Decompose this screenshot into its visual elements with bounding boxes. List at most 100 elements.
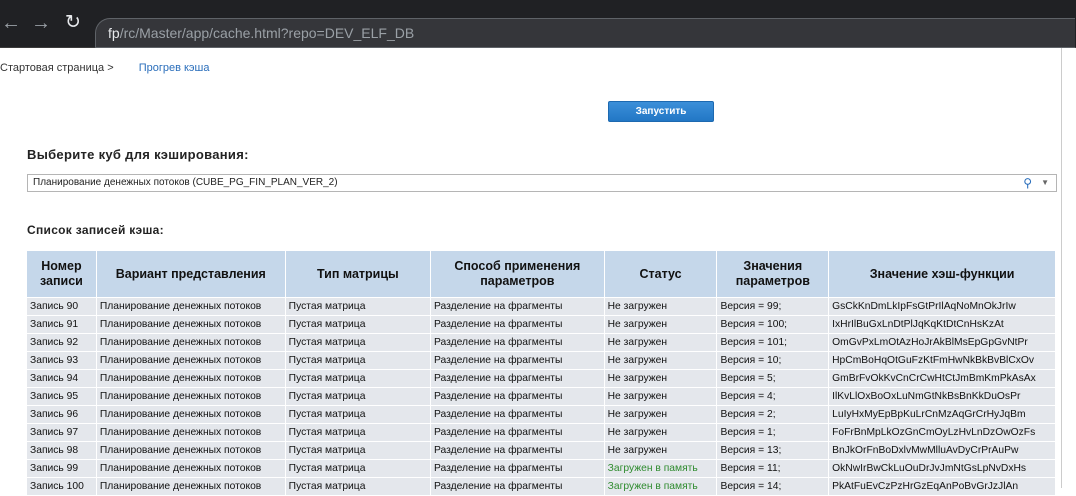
col-matrix-type-cell: Пустая матрица (285, 316, 431, 333)
col-param-values-cell: Версия = 101; (717, 334, 829, 351)
col-record-number-cell: Запись 98 (27, 442, 96, 459)
cache-table: Номер записи Вариант представления Тип мат… (26, 250, 1056, 496)
url-path: /rc/Master/app/cache.html?repo=DEV_ELF_D… (119, 25, 415, 41)
table-row[interactable]: Запись 92 Планирование денежных потоков Пу… (27, 334, 1055, 351)
col-param-values-cell: Версия = 5; (717, 370, 829, 387)
col-matrix-type-cell: Пустая матрица (285, 298, 431, 315)
col-matrix-type-cell: Пустая матрица (285, 370, 431, 387)
col-matrix-type-cell: Пустая матрица (285, 388, 431, 405)
col-param-values-cell: Версия = 10; (717, 352, 829, 369)
col-status-cell: Не загружен (604, 352, 717, 369)
col-param-method-header[interactable]: Способ применения параметров (431, 251, 604, 297)
col-view-variant-cell: Планирование денежных потоков (96, 298, 285, 315)
search-icon[interactable]: ⚲ (1023, 175, 1032, 191)
forward-arrow-icon[interactable]: → (30, 12, 52, 34)
browser-toolbar: ← → ↻ fp/rc/Master/app/cache.html?repo=D… (0, 0, 1076, 48)
col-matrix-type-cell: Пустая матрица (285, 442, 431, 459)
col-param-method-cell: Разделение на фрагменты (431, 406, 604, 423)
table-header-row: Номер записи Вариант представления Тип мат… (27, 251, 1055, 297)
col-hash-value-cell: OkNwIrBwCkLuOuDrJvJmNtGsLpNvDxHs (829, 460, 1055, 477)
col-matrix-type-cell: Пустая матрица (285, 352, 431, 369)
col-status-cell: Загружен в память (604, 478, 717, 495)
cube-select[interactable]: Планирование денежных потоков (CUBE_PG_F… (27, 174, 1057, 192)
col-record-number-cell: Запись 99 (27, 460, 96, 477)
table-row[interactable]: Запись 100 Планирование денежных потоков П… (27, 478, 1055, 495)
breadcrumb-current[interactable]: Прогрев кэша (139, 62, 210, 74)
col-matrix-type-cell: Пустая матрица (285, 424, 431, 441)
col-param-values-header[interactable]: Значения параметров (717, 251, 829, 297)
col-status-cell: Не загружен (604, 298, 717, 315)
col-param-method-cell: Разделение на фрагменты (431, 478, 604, 495)
col-view-variant-cell: Планирование денежных потоков (96, 334, 285, 351)
col-record-number-cell: Запись 91 (27, 316, 96, 333)
col-record-number-cell: Запись 93 (27, 352, 96, 369)
col-status-cell: Не загружен (604, 370, 717, 387)
cube-select-value: Планирование денежных потоков (CUBE_PG_F… (33, 177, 338, 188)
col-view-variant-header[interactable]: Вариант представления (96, 251, 285, 297)
table-row[interactable]: Запись 93 Планирование денежных потоков Пу… (27, 352, 1055, 369)
col-view-variant-cell: Планирование денежных потоков (96, 424, 285, 441)
col-view-variant-cell: Планирование денежных потоков (96, 388, 285, 405)
col-param-values-cell: Версия = 1; (717, 424, 829, 441)
col-record-number-cell: Запись 92 (27, 334, 96, 351)
col-param-values-cell: Версия = 13; (717, 442, 829, 459)
col-record-number-cell: Запись 94 (27, 370, 96, 387)
col-param-method-cell: Разделение на фрагменты (431, 424, 604, 441)
col-hash-value-cell: IlKvLlOxBoOxLuNmGtNkBsBnKkDuOsPr (829, 388, 1055, 405)
col-status-cell: Не загружен (604, 388, 717, 405)
col-status-cell: Не загружен (604, 334, 717, 351)
col-record-number-header[interactable]: Номер записи (27, 251, 96, 297)
col-record-number-cell: Запись 100 (27, 478, 96, 495)
col-hash-value-cell: PkAtFuEvCzPzHrGzEqAnPoBvGrJzJlAn (829, 478, 1055, 495)
col-matrix-type-cell: Пустая матрица (285, 460, 431, 477)
breadcrumb-home[interactable]: Стартовая страница > (0, 62, 114, 74)
table-row[interactable]: Запись 90 Планирование денежных потоков Пу… (27, 298, 1055, 315)
col-matrix-type-cell: Пустая матрица (285, 478, 431, 495)
cube-section-title: Выберите куб для кэширования: (27, 147, 249, 162)
col-hash-value-cell: IxHrIlBuGxLnDtPlJqKqKtDtCnHsKzAt (829, 316, 1055, 333)
run-button[interactable]: Запустить (608, 101, 714, 122)
col-param-method-cell: Разделение на фрагменты (431, 388, 604, 405)
table-row[interactable]: Запись 98 Планирование денежных потоков Пу… (27, 442, 1055, 459)
col-hash-value-header[interactable]: Значение хэш-функции (829, 251, 1055, 297)
page-content: Стартовая страница > Прогрев кэша Запуст… (0, 48, 1062, 496)
col-param-values-cell: Версия = 99; (717, 298, 829, 315)
table-row[interactable]: Запись 96 Планирование денежных потоков Пу… (27, 406, 1055, 423)
col-view-variant-cell: Планирование денежных потоков (96, 460, 285, 477)
col-param-values-cell: Версия = 2; (717, 406, 829, 423)
col-matrix-type-header[interactable]: Тип матрицы (285, 251, 431, 297)
col-view-variant-cell: Планирование денежных потоков (96, 316, 285, 333)
cache-list-title: Список записей кэша: (27, 223, 164, 237)
col-matrix-type-cell: Пустая матрица (285, 406, 431, 423)
col-param-method-cell: Разделение на фрагменты (431, 370, 604, 387)
col-hash-value-cell: HpCmBoHqOtGuFzKtFmHwNkBkBvBlCxOv (829, 352, 1055, 369)
col-record-number-cell: Запись 96 (27, 406, 96, 423)
col-status-header[interactable]: Статус (604, 251, 717, 297)
col-record-number-cell: Запись 97 (27, 424, 96, 441)
col-param-method-cell: Разделение на фрагменты (431, 334, 604, 351)
col-status-cell: Не загружен (604, 316, 717, 333)
table-row[interactable]: Запись 97 Планирование денежных потоков Пу… (27, 424, 1055, 441)
back-arrow-icon[interactable]: ← (0, 12, 22, 34)
reload-icon[interactable]: ↻ (62, 12, 84, 34)
col-param-method-cell: Разделение на фрагменты (431, 442, 604, 459)
col-param-values-cell: Версия = 100; (717, 316, 829, 333)
col-param-values-cell: Версия = 14; (717, 478, 829, 495)
table-row[interactable]: Запись 99 Планирование денежных потоков Пу… (27, 460, 1055, 477)
table-row[interactable]: Запись 95 Планирование денежных потоков Пу… (27, 388, 1055, 405)
table-row[interactable]: Запись 91 Планирование денежных потоков Пу… (27, 316, 1055, 333)
col-hash-value-cell: OmGvPxLmOtAzHoJrAkBlMsEpGpGvNtPr (829, 334, 1055, 351)
col-param-method-cell: Разделение на фрагменты (431, 352, 604, 369)
col-status-cell: Не загружен (604, 442, 717, 459)
url-host: fp (108, 25, 120, 41)
col-view-variant-cell: Планирование денежных потоков (96, 478, 285, 495)
address-bar[interactable]: fp/rc/Master/app/cache.html?repo=DEV_ELF… (95, 18, 1075, 48)
col-view-variant-cell: Планирование денежных потоков (96, 370, 285, 387)
col-hash-value-cell: FoFrBnMpLkOzGnCmOyLzHvLnDzOwOzFs (829, 424, 1055, 441)
col-hash-value-cell: GmBrFvOkKvCnCrCwHtCtJmBmKmPkAsAx (829, 370, 1055, 387)
table-row[interactable]: Запись 94 Планирование денежных потоков Пу… (27, 370, 1055, 387)
col-hash-value-cell: LuIyHxMyEpBpKuLrCnMzAqGrCrHyJqBm (829, 406, 1055, 423)
col-record-number-cell: Запись 95 (27, 388, 96, 405)
chevron-down-icon[interactable]: ▼ (1041, 175, 1049, 191)
col-record-number-cell: Запись 90 (27, 298, 96, 315)
